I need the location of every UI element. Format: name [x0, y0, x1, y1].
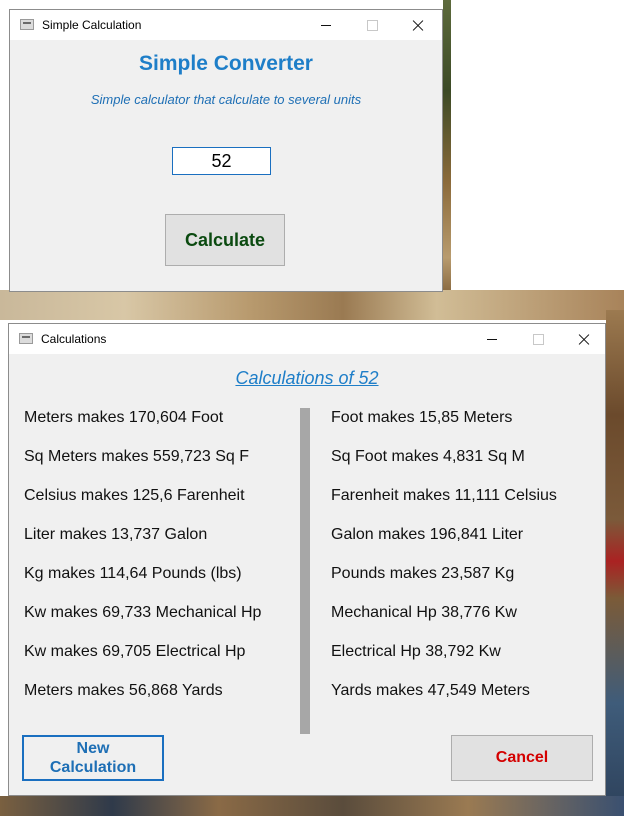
close-icon[interactable] [395, 10, 441, 40]
page-title: Simple Converter [139, 52, 313, 75]
new-calculation-button[interactable]: New Calculation [22, 735, 164, 781]
result-row: Meters makes 170,604 Foot [24, 409, 224, 426]
result-row: Foot makes 15,85 Meters [331, 409, 513, 426]
minimize-icon[interactable] [303, 10, 349, 40]
page-subtitle: Simple calculator that calculate to seve… [90, 92, 362, 107]
new-calculation-label-line2: Calculation [49, 759, 137, 776]
app-window-icon [19, 333, 33, 344]
result-row: Pounds makes 23,587 Kg [331, 565, 515, 582]
close-icon[interactable] [561, 324, 607, 354]
title-bar[interactable]: Calculations [9, 324, 605, 354]
number-input[interactable] [172, 147, 271, 175]
calculate-button[interactable]: Calculate [165, 214, 285, 266]
result-row: Sq Foot makes 4,831 Sq M [331, 448, 525, 465]
result-row: Celsius makes 125,6 Farenheit [24, 487, 245, 504]
result-row: Electrical Hp 38,792 Kw [331, 643, 501, 660]
result-row: Galon makes 196,841 Liter [331, 526, 524, 543]
result-row: Kw makes 69,733 Mechanical Hp [24, 604, 262, 621]
minimize-icon[interactable] [469, 324, 515, 354]
result-row: Mechanical Hp 38,776 Kw [331, 604, 517, 621]
result-row: Meters makes 56,868 Yards [24, 682, 223, 699]
result-row: Yards makes 47,549 Meters [331, 682, 530, 699]
window-title: Simple Calculation [42, 18, 142, 32]
window-title: Calculations [41, 332, 107, 346]
app-window-icon [20, 19, 34, 30]
metric-to-imperial-list: Meters makes 170,604 Foot Sq Meters make… [24, 400, 261, 712]
result-row: Kg makes 114,64 Pounds (lbs) [24, 565, 242, 582]
desktop-wallpaper [443, 0, 451, 303]
imperial-to-metric-list: Foot makes 15,85 Meters Sq Foot makes 4,… [331, 400, 557, 712]
result-row: Kw makes 69,705 Electrical Hp [24, 643, 246, 660]
result-row: Sq Meters makes 559,723 Sq F [24, 448, 249, 465]
new-calculation-label-line1: New [76, 740, 110, 757]
maximize-icon[interactable] [349, 10, 395, 40]
result-row: Liter makes 13,737 Galon [24, 526, 208, 543]
cancel-button[interactable]: Cancel [451, 735, 593, 781]
title-bar[interactable]: Simple Calculation [10, 10, 442, 40]
desktop-wallpaper [0, 290, 624, 320]
calculations-window: Calculations Calculations of 52 Meters m… [8, 323, 606, 796]
simple-calculation-window: Simple Calculation Simple Converter Simp… [9, 9, 443, 292]
result-row: Farenheit makes 11,111 Celsius [331, 487, 557, 504]
results-title: Calculations of 52 [235, 368, 379, 388]
blank-area [0, 816, 624, 834]
column-divider [300, 408, 310, 734]
desktop-wallpaper [606, 310, 624, 834]
maximize-icon[interactable] [515, 324, 561, 354]
